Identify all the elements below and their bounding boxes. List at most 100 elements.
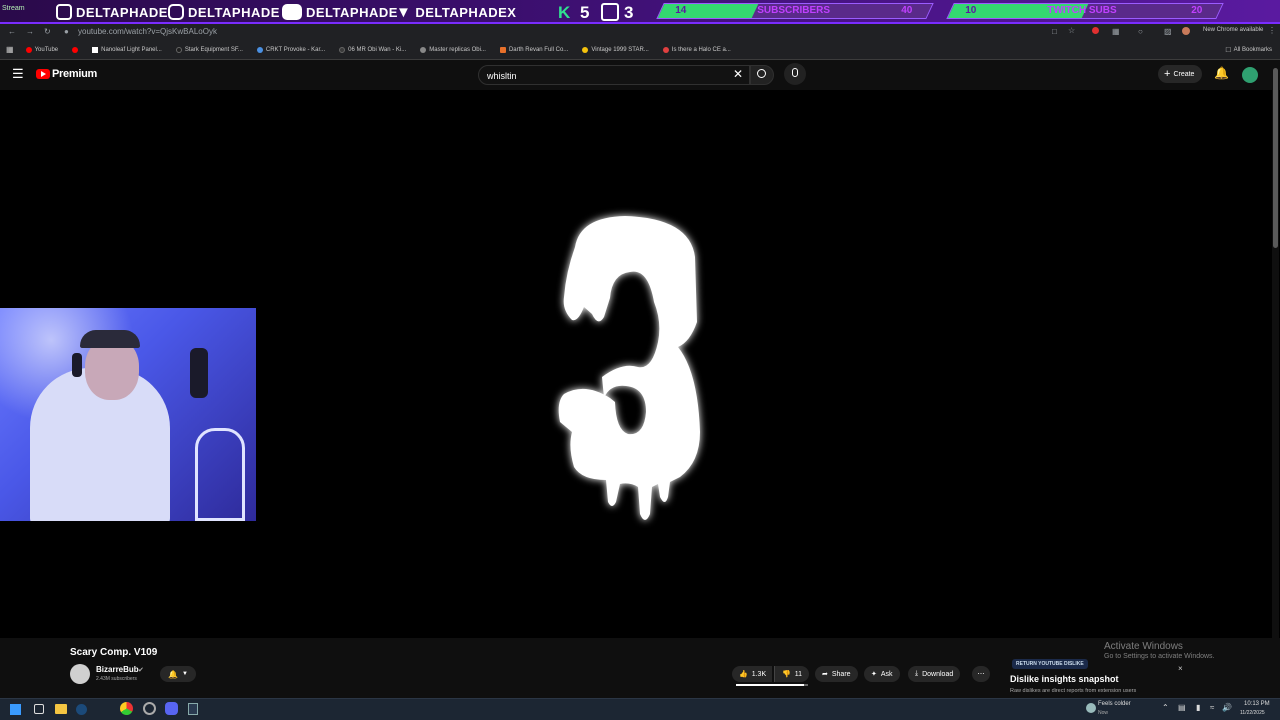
ebay-favicon [582, 46, 589, 53]
master-replicas-favicon [420, 46, 427, 53]
clock-date[interactable]: 11/22/2025 [1240, 710, 1265, 716]
task-view-icon[interactable] [34, 704, 44, 714]
create-button[interactable]: + Create [1158, 65, 1202, 83]
account-avatar[interactable] [1242, 67, 1258, 83]
search-button[interactable] [750, 65, 774, 85]
wifi-icon[interactable]: ≈ [1210, 703, 1214, 712]
all-bookmarks-label: All Bookmarks [1233, 46, 1272, 53]
youtube-favicon [25, 46, 32, 53]
obs-icon[interactable] [143, 702, 156, 715]
download-button[interactable]: ⤓ Download [908, 666, 961, 682]
activate-windows-subtitle: Go to Settings to activate Windows. [1104, 653, 1215, 660]
goal-label: TWITCH SUBS [1047, 5, 1117, 16]
dislike-button[interactable]: 👎 11 [774, 666, 809, 682]
site-info-icon[interactable]: ● [64, 27, 69, 36]
social-handle: DELTAPHADE [76, 4, 168, 20]
bookmark-label: Nanoleaf Light Panel... [101, 46, 162, 53]
bookmark-item[interactable]: YouTube [25, 46, 59, 53]
share-button[interactable]: ➦ Share [815, 666, 858, 682]
voice-search-button[interactable] [784, 63, 806, 85]
weather-title[interactable]: Feels colder [1098, 701, 1131, 707]
search-lens-icon[interactable]: ○ [1138, 27, 1143, 36]
file-explorer-icon[interactable] [55, 704, 67, 714]
subscribed-button[interactable]: 🔔 ▼ [160, 666, 196, 682]
windows-start-icon[interactable] [10, 704, 21, 715]
social-handle: DELTAPHADE [188, 4, 280, 20]
apps-grid-icon[interactable]: ▦ [6, 45, 14, 54]
weather-icon[interactable] [1086, 703, 1096, 713]
share-icon: ➦ [822, 671, 828, 678]
social-handle: DELTAPHADE [306, 4, 398, 20]
twitch-icon [56, 4, 72, 20]
bookmark-item[interactable]: Master replicas Obi... [420, 46, 486, 53]
bookmark-label: Darth Revan Full Co... [508, 46, 569, 53]
browser-tab-label[interactable]: Stream [2, 5, 25, 12]
reload-icon[interactable]: ↻ [44, 27, 51, 36]
obi-wan-favicon [339, 46, 346, 53]
bookmark-item[interactable]: Is there a Halo CE a... [662, 46, 731, 53]
bookmark-star-icon[interactable]: ☆ [1068, 26, 1075, 35]
discord-icon[interactable] [165, 702, 178, 715]
youtube-icon [282, 4, 302, 20]
profile-avatar[interactable] [1182, 27, 1190, 35]
battery-icon[interactable]: ▮ [1196, 703, 1200, 712]
microphone-icon [792, 68, 798, 77]
forward-icon[interactable]: → [26, 27, 34, 36]
bookmark-label: Vintage 1999 STAR... [591, 46, 649, 53]
chrome-icon[interactable] [120, 702, 133, 715]
bookmark-item[interactable] [72, 46, 79, 53]
url-text[interactable]: youtube.com/watch?v=QjsKwBALoOyk [78, 27, 217, 36]
search-input[interactable]: whisltin [478, 65, 750, 85]
streamer-webcam [0, 308, 256, 521]
goal-current: 10 [965, 5, 977, 16]
clear-search-icon[interactable]: ✕ [733, 67, 743, 81]
chrome-update-notice[interactable]: New Chrome available [1203, 27, 1263, 33]
dislike-insights-popup: RETURN YOUTUBE DISLIKE × Dislike insight… [1004, 656, 1190, 698]
youtube-logo-icon[interactable] [36, 69, 50, 79]
install-icon[interactable]: □ [1052, 27, 1057, 36]
bookmark-item[interactable]: 06 MR Obi Wan - Ki... [339, 46, 406, 53]
search-icon [757, 69, 766, 78]
app-icon[interactable] [188, 703, 198, 715]
channel-name[interactable]: BizarreBub [96, 665, 139, 674]
bookmark-item[interactable]: Nanoleaf Light Panel... [92, 46, 162, 53]
download-icon: ⤓ [915, 670, 919, 677]
menu-icon[interactable]: ☰ [12, 66, 24, 82]
twitch-subs-goal-bar: 10 TWITCH SUBS 20 [946, 3, 1224, 19]
volume-icon[interactable]: 🔊 [1222, 703, 1232, 712]
download-label: Download [922, 670, 954, 678]
more-menu-icon[interactable]: ⋮ [1268, 26, 1276, 35]
goal-label: SUBSCRIBERS [757, 5, 831, 16]
popup-title: Dislike insights snapshot [1010, 674, 1119, 684]
all-bookmarks-button[interactable]: □ All Bookmarks [1226, 45, 1272, 54]
steam-icon[interactable] [76, 704, 87, 715]
back-icon[interactable]: ← [8, 27, 16, 36]
extensions-puzzle-icon[interactable]: ▦ [1112, 27, 1120, 36]
network-icon[interactable]: ▤ [1178, 703, 1186, 712]
clock-time[interactable]: 10:13 PM [1244, 701, 1270, 707]
bookmark-label: YouTube [34, 46, 59, 53]
microphone-arm [190, 348, 208, 398]
youtube-premium-brand[interactable]: Premium [52, 68, 97, 80]
bookmark-item[interactable]: Darth Revan Full Co... [499, 46, 569, 53]
bookmark-item[interactable]: Stark Equipment SF... [175, 46, 243, 53]
scrollbar-thumb[interactable] [1273, 68, 1278, 248]
tray-chevron-icon[interactable]: ⌃ [1162, 703, 1169, 712]
skeleton-decoration [195, 428, 245, 521]
like-button[interactable]: 👍 1.3K [732, 666, 773, 682]
bookmark-item[interactable]: CRKT Provoke - Kar... [256, 46, 325, 53]
headphone-left [72, 353, 82, 377]
subscriber-count: 2.43M subscribers [96, 676, 137, 682]
plus-icon: + [1164, 68, 1171, 80]
extension-icon[interactable] [1092, 27, 1099, 34]
more-actions-button[interactable]: ⋯ [972, 666, 990, 682]
page-scrollbar[interactable] [1272, 62, 1279, 698]
subscribers-goal-bar: 14 SUBSCRIBERS 40 [656, 3, 934, 19]
cast-icon[interactable]: ▨ [1164, 27, 1172, 36]
ask-button[interactable]: ✦ Ask [864, 666, 900, 682]
close-icon[interactable]: × [1178, 664, 1183, 673]
channel-avatar[interactable] [70, 664, 90, 684]
kick-icon: K [558, 3, 571, 22]
bookmark-item[interactable]: Vintage 1999 STAR... [582, 46, 649, 53]
notifications-bell-icon[interactable]: 🔔 [1214, 66, 1229, 80]
